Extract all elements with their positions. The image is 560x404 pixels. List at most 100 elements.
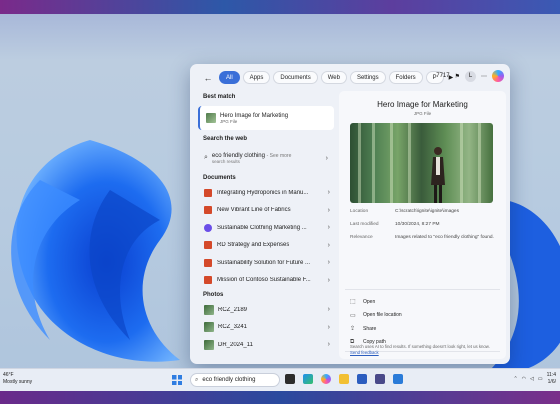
chevron-right-icon[interactable]: › [326, 155, 328, 162]
divider [345, 289, 500, 290]
wifi-icon[interactable]: ◠ [522, 376, 526, 382]
chevron-right-icon[interactable]: › [328, 207, 330, 214]
bamboo-stalk [372, 123, 375, 203]
wallpaper-bloom [11, 140, 180, 362]
chevron-right-icon[interactable]: › [328, 277, 330, 284]
weather-desc: Mostly sunny [3, 379, 33, 385]
list-item[interactable]: RD Strategy and Expenses › [190, 237, 338, 255]
chevron-right-icon[interactable]: › [328, 242, 330, 249]
meta-key: Last modified [350, 222, 379, 227]
preview-actions: ⬚ Open ▭ Open file location ⇪ Share ⧉ Copy p… [350, 295, 500, 349]
teams-icon[interactable] [375, 374, 385, 384]
list-item[interactable]: DR_2024_11 › [190, 336, 338, 354]
meta-location: Location C:\scratch\ignite\ignite\images [350, 209, 500, 214]
copilot-app-icon[interactable] [321, 374, 331, 384]
chevron-right-icon[interactable]: › [328, 341, 330, 348]
feedback-text: Search uses AI to find results. If somet… [350, 344, 500, 356]
open-action[interactable]: ⬚ Open [350, 295, 500, 309]
best-match-heading: Best match [203, 94, 236, 100]
outlook-icon[interactable] [357, 374, 367, 384]
filter-all[interactable]: All [219, 71, 240, 84]
photo-thumbnail-icon [204, 304, 214, 315]
clock-date: 1/6/ [547, 379, 556, 385]
chevron-right-icon[interactable]: › [328, 259, 330, 266]
powerpoint-icon [204, 276, 212, 285]
bamboo-stalk [358, 123, 361, 203]
open-location-action[interactable]: ▭ Open file location [350, 309, 500, 323]
powerpoint-icon [204, 258, 212, 267]
edge-icon[interactable] [303, 374, 313, 384]
taskbar: 46°F Mostly sunny ⌕ eco friendly clothin… [0, 368, 560, 391]
web-subtitle: search results [211, 158, 240, 164]
list-item-label: Sustainability Solution for Future ... [217, 259, 311, 266]
chevron-right-icon[interactable]: › [328, 324, 330, 331]
list-item-label: New Vibrant Line of Fabrics [217, 207, 291, 214]
points-count: 7717 [436, 73, 450, 79]
store-icon[interactable] [393, 374, 403, 384]
battery-icon[interactable]: ▭ [538, 376, 543, 382]
filter-settings[interactable]: Settings [349, 71, 386, 84]
bamboo-stalk [390, 123, 393, 203]
task-view-icon[interactable] [285, 374, 295, 384]
chevron-right-icon[interactable]: › [328, 224, 330, 231]
clock[interactable]: 11:4 1/6/ [547, 372, 556, 386]
volume-icon[interactable]: ◁ [530, 376, 534, 382]
share-action[interactable]: ⇪ Share [350, 322, 500, 336]
meta-value: C:\scratch\ignite\ignite\images [395, 209, 459, 214]
meta-value: 10/30/2024, 8:27 PM [395, 222, 440, 227]
list-item[interactable]: Sustainable Clothing Marketing ... › [190, 219, 338, 237]
best-match-title: Hero Image for Marketing [220, 112, 289, 119]
list-item[interactable]: Integrating Hydroponics in Manu... › [190, 184, 338, 202]
web-see-more: - See more [266, 152, 292, 159]
results-list: Best match Hero Image for Marketing JPG … [190, 91, 338, 364]
chevron-up-icon[interactable]: ⌃ [513, 376, 517, 382]
preview-subtitle: JPG File [413, 111, 432, 116]
taskbar-search-input[interactable]: ⌕ eco friendly clothing [190, 373, 280, 387]
list-item[interactable]: New Vibrant Line of Fabrics › [190, 202, 338, 220]
photos-heading: Photos [203, 292, 224, 298]
documents-heading: Documents [203, 175, 236, 181]
web-heading: Search the web [203, 136, 248, 142]
send-feedback-link[interactable]: Send feedback [350, 350, 379, 355]
filter-folders[interactable]: Folders [388, 71, 423, 84]
more-options-icon[interactable]: ⋯ [481, 73, 487, 80]
list-item[interactable]: Sustainability Solution for Future ... › [190, 254, 338, 272]
weather-widget[interactable]: 46°F Mostly sunny [3, 372, 32, 386]
bamboo-stalk [460, 123, 463, 203]
preview-image[interactable] [350, 123, 493, 203]
copilot-icon[interactable] [492, 70, 504, 82]
preview-pane: Hero Image for Marketing JPG File Locati… [339, 91, 506, 359]
photo-thumbnail-icon [204, 339, 214, 350]
list-item[interactable]: RCZ_3241 › [190, 319, 338, 337]
list-item[interactable]: Mission of Contoso Sustainable F... › [190, 272, 338, 290]
filter-web[interactable]: Web [320, 71, 347, 84]
windows-start-icon[interactable] [172, 375, 182, 385]
chevron-right-icon[interactable]: › [328, 189, 330, 196]
taskbar-search-text: eco friendly clothing [202, 377, 256, 383]
chevron-right-icon[interactable]: › [328, 306, 330, 313]
list-item[interactable]: RCZ_2189 › [190, 301, 338, 319]
meta-key: Relevance [350, 235, 373, 240]
list-item-label: DR_2024_11 [218, 341, 253, 348]
loop-icon [204, 223, 212, 232]
web-query: eco friendly clothing [211, 152, 265, 159]
open-icon: ⬚ [350, 299, 356, 306]
bamboo-stalk [478, 123, 481, 203]
action-label: Share [363, 325, 377, 332]
file-explorer-icon[interactable] [339, 374, 349, 384]
feedback-note: Search uses AI to find results. If somet… [350, 344, 490, 349]
meta-modified: Last modified 10/30/2024, 8:27 PM [350, 222, 500, 227]
filter-apps[interactable]: Apps [242, 71, 271, 84]
best-match-item[interactable]: Hero Image for Marketing JPG File [198, 106, 334, 130]
avatar[interactable]: L [465, 70, 476, 82]
rewards-icon[interactable]: ⚑ [455, 73, 460, 80]
desktop: ← All Apps Documents Web Settings Folder… [0, 0, 560, 404]
clock-time: 11:4 [546, 372, 556, 378]
search-icon: ⌕ [204, 154, 208, 161]
share-icon: ⇪ [350, 326, 356, 333]
filter-documents[interactable]: Documents [273, 71, 318, 84]
image-thumbnail-icon [206, 113, 216, 123]
list-item-label: Sustainable Clothing Marketing ... [217, 224, 307, 231]
back-arrow-icon[interactable]: ← [202, 72, 214, 84]
web-search-item[interactable]: ⌕ eco friendly clothing - See more searc… [198, 147, 334, 169]
